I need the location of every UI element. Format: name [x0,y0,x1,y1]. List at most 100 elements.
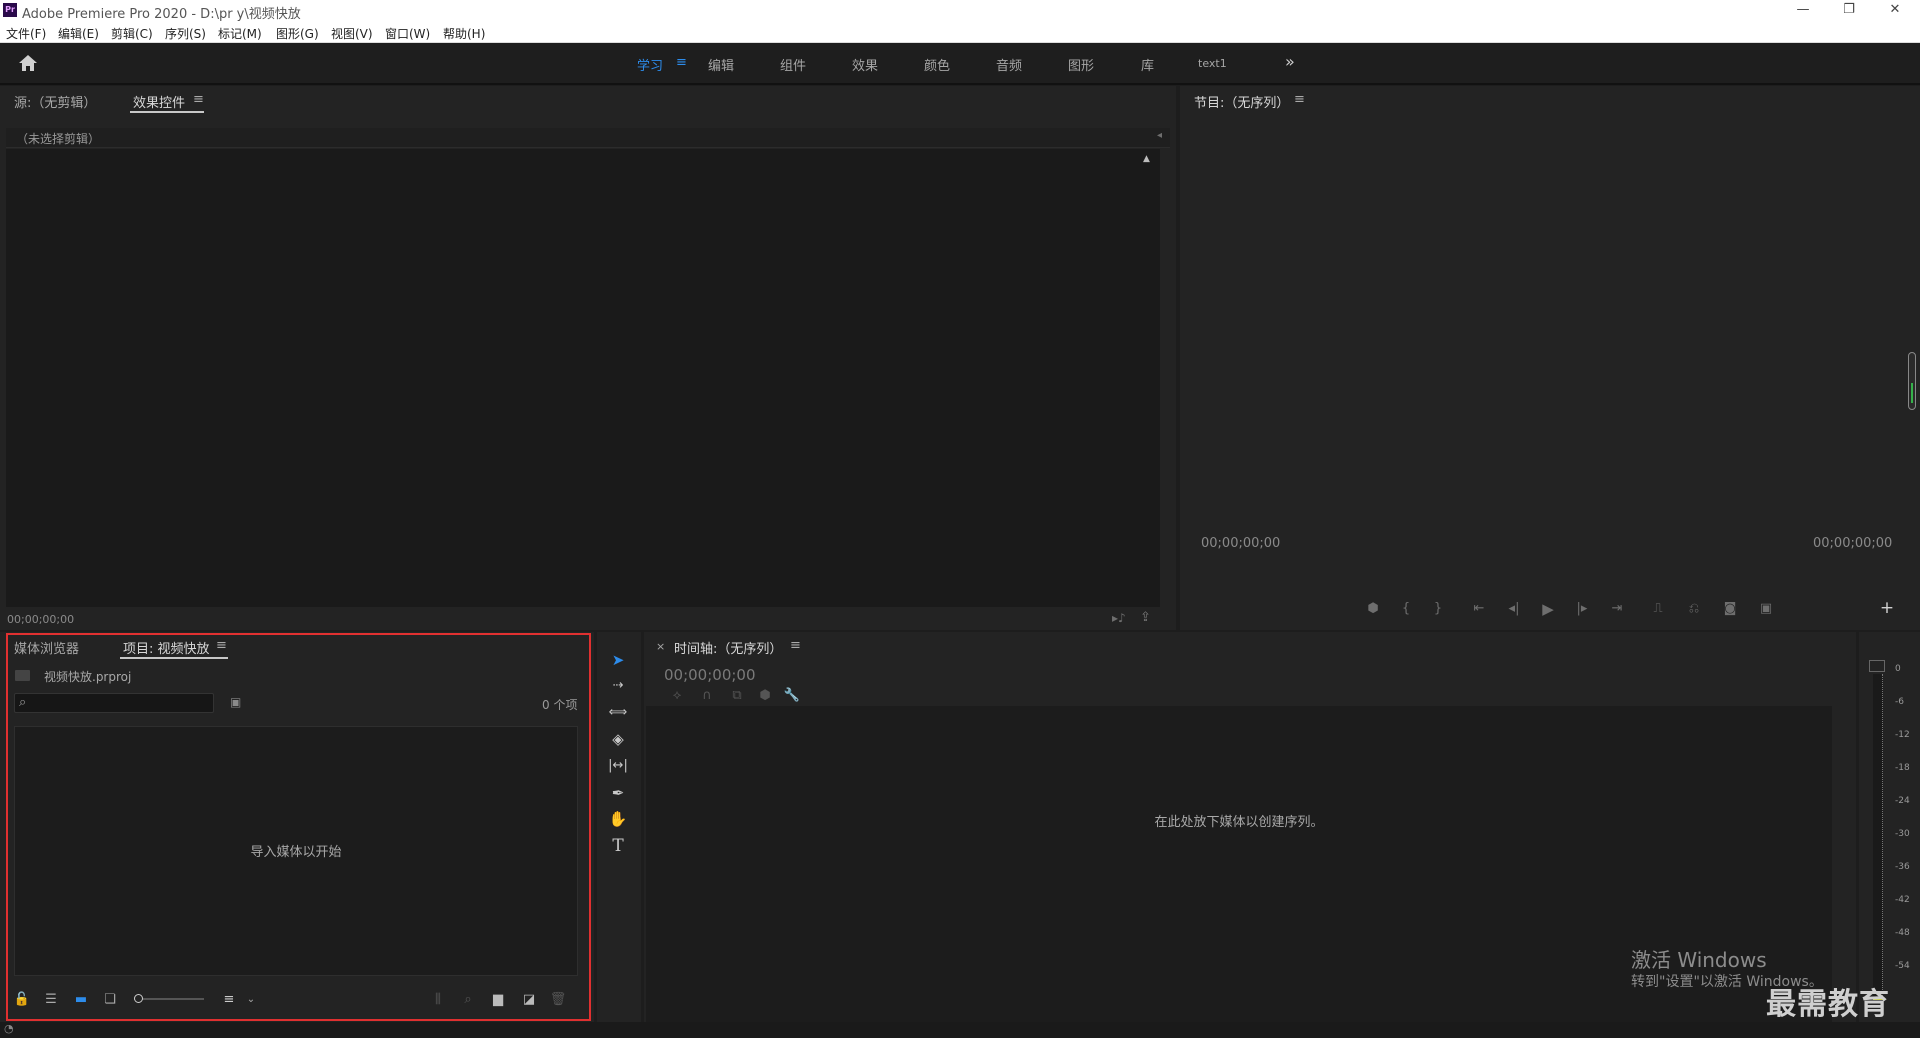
activation-watermark-title: 激活 Windows [1631,948,1767,972]
tab-project[interactable]: 项目: 视频快放 [123,638,210,657]
add-marker-icon[interactable]: ⬢ [1364,601,1382,617]
sort-dropdown-icon[interactable]: ⌄ [242,992,260,1008]
add-marker-icon[interactable]: ⬢ [756,688,774,704]
program-menu-icon[interactable]: ≡ [1294,92,1305,107]
status-icon: ◔ [4,1022,14,1035]
go-to-in-icon[interactable]: ⇤ [1470,601,1488,617]
workspace-tab-edit[interactable]: 编辑 [708,55,734,74]
lift-icon[interactable]: ⎍ [1649,601,1667,617]
ripple-edit-tool-icon[interactable]: ⟺ [604,702,632,724]
home-icon[interactable] [18,54,38,72]
import-media-hint: 导入媒体以开始 [250,845,342,860]
new-search-bin-icon[interactable]: ▣ [230,695,241,709]
menu-sequence[interactable]: 序列(S) [165,25,206,42]
workspace-tab-effects[interactable]: 效果 [852,55,878,74]
new-bin-icon[interactable]: ▆ [489,992,507,1008]
lock-icon[interactable]: 🔓 [13,992,31,1008]
workspace-menu-icon[interactable]: ≡ [676,55,687,70]
slip-tool-icon[interactable]: |↔| [604,755,632,777]
timeline-settings-icon[interactable]: 🔧 [783,688,801,704]
track-select-tool-icon[interactable]: ⇢ [604,675,632,697]
minimize-button[interactable]: — [1780,0,1826,22]
menu-help[interactable]: 帮助(H) [443,25,485,42]
clear-icon[interactable]: 🗑 [549,992,567,1008]
workspace-tab-color[interactable]: 颜色 [924,55,950,74]
collapse-icon[interactable]: ◂ [1157,130,1162,141]
meter-tick: -30 [1895,829,1910,839]
restore-button[interactable]: ❐ [1826,0,1872,22]
sort-icon[interactable]: ≡ [220,992,238,1008]
automate-sequence-icon[interactable]: ⫼ [429,992,447,1008]
tab-media-browser[interactable]: 媒体浏览器 [14,638,79,657]
zoom-slider[interactable] [134,994,204,1003]
timeline-title[interactable]: 时间轴:（无序列） [674,638,782,657]
step-back-icon[interactable]: ◂| [1505,601,1523,617]
workspace-tab-learn[interactable]: 学习 [637,55,663,74]
linked-selection-icon[interactable]: ⧉ [728,688,746,704]
mark-out-icon[interactable]: } [1429,601,1447,617]
razor-tool-icon[interactable]: ◈ [604,728,632,750]
workspace-tab-assembly[interactable]: 组件 [780,55,806,74]
type-tool-icon[interactable]: T [604,835,632,857]
workspace-tab-text1[interactable]: text1 [1198,57,1227,70]
icon-view-icon[interactable]: ▬ [72,992,90,1008]
freeform-view-icon[interactable]: ❏ [101,992,119,1008]
menu-marker[interactable]: 标记(M) [218,25,262,42]
workspace-overflow-icon[interactable]: » [1285,52,1295,71]
timeline-close-icon[interactable]: × [656,640,665,653]
compare-view-icon[interactable]: ▣ [1757,601,1775,617]
meter-tick: -36 [1895,862,1910,872]
workspace-tab-graphics[interactable]: 图形 [1068,55,1094,74]
search-icon: ⌕ [19,695,27,710]
project-menu-icon[interactable]: ≡ [216,638,227,653]
project-file-icon [15,670,30,681]
brand-watermark: 最需教育 [1766,987,1890,1022]
menu-graphics[interactable]: 图形(G) [276,25,319,42]
selection-tool-icon[interactable]: ➤ [604,649,632,671]
tab-source[interactable]: 源:（无剪辑） [14,92,96,111]
close-button[interactable]: ✕ [1872,0,1918,22]
find-icon[interactable]: ⌕ [459,992,477,1008]
project-content-area[interactable]: 导入媒体以开始 [14,726,578,976]
effect-controls-body [6,149,1160,607]
extract-icon[interactable]: ⎌ [1685,601,1703,617]
scrollbar-thumb[interactable] [1911,383,1913,403]
menu-view[interactable]: 视图(V) [331,25,373,42]
search-input[interactable]: ⌕ [14,693,214,713]
mark-in-icon[interactable]: { [1397,601,1415,617]
play-audio-icon[interactable]: ▸♪ [1112,611,1126,625]
effect-controls-menu-icon[interactable]: ≡ [193,92,204,107]
hand-tool-icon[interactable]: ✋ [604,808,632,830]
effect-controls-header: （未选择剪辑） ◂ [6,128,1170,148]
step-forward-icon[interactable]: |▸ [1573,601,1591,617]
premiere-window: Pr Adobe Premiere Pro 2020 - D:\pr y\视频快… [0,0,1920,1038]
tab-effect-controls[interactable]: 效果控件 [133,92,185,111]
go-to-out-icon[interactable]: ⇥ [1608,601,1626,617]
play-icon[interactable]: ▶ [1539,601,1557,617]
workspace-tab-audio[interactable]: 音频 [996,55,1022,74]
workspace-tab-libraries[interactable]: 库 [1141,55,1154,74]
source-timecode: 00;00;00;00 [7,613,75,626]
menu-clip[interactable]: 剪辑(C) [111,25,153,42]
timeline-timecode: 00;00;00;00 [664,666,756,684]
menu-window[interactable]: 窗口(W) [385,25,430,42]
zoom-scrollbar[interactable] [1908,352,1916,410]
audio-meter-panel: 0 -6 -12 -18 -24 -30 -36 -42 -48 -54 [1859,632,1920,1022]
program-title[interactable]: 节目:（无序列） [1194,92,1289,111]
button-editor-icon[interactable]: + [1878,600,1896,617]
timeline-menu-icon[interactable]: ≡ [790,638,801,653]
meter-tick: 0 [1895,664,1901,674]
new-item-icon[interactable]: ◪ [520,992,538,1008]
project-panel: 媒体浏览器 项目: 视频快放 ≡ 视频快放.prproj ⌕ ▣ 0 个项 导入… [0,632,594,1022]
export-icon[interactable]: ⇪ [1140,610,1151,625]
snap-icon[interactable]: ∩ [698,688,716,704]
scroll-up-icon[interactable]: ▲ [1143,154,1150,164]
pen-tool-icon[interactable]: ✒ [604,782,632,804]
status-bar: ◔ [0,1022,1920,1038]
list-view-icon[interactable]: ☰ [42,992,60,1008]
insert-sequence-icon[interactable]: ⟡ [668,688,686,704]
menu-file[interactable]: 文件(F) [6,25,46,42]
zoom-slider-handle[interactable] [134,994,143,1003]
camera-icon[interactable]: ◙ [1721,601,1739,617]
menu-edit[interactable]: 编辑(E) [58,25,99,42]
